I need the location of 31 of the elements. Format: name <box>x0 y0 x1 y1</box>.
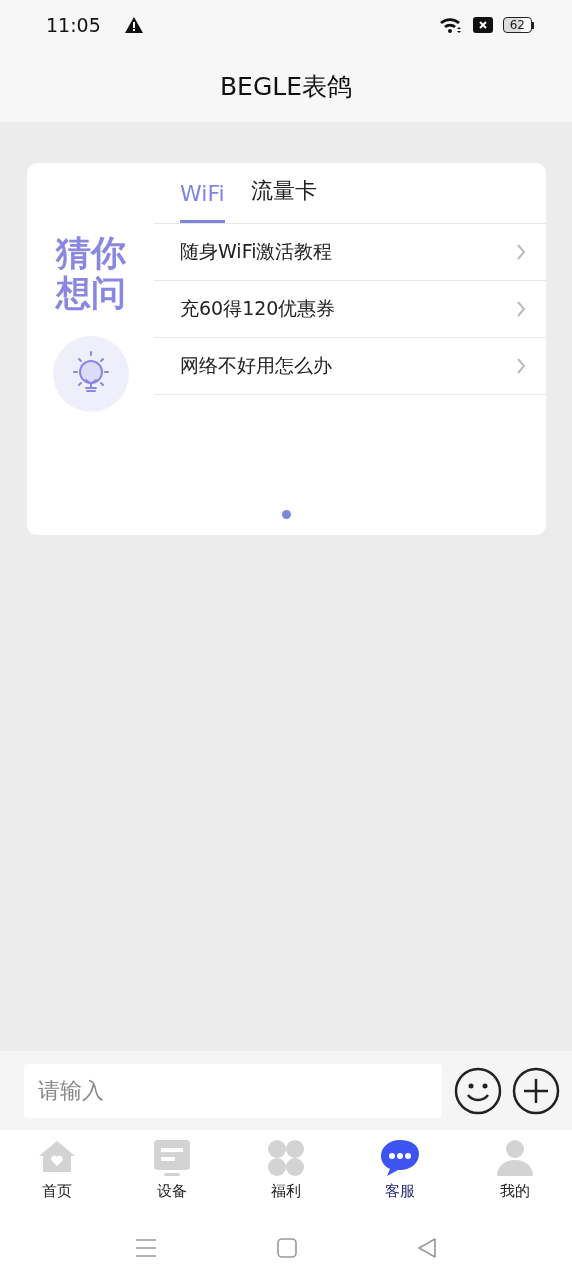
page-title: BEGLE表鸽 <box>219 70 352 103</box>
emoji-button[interactable] <box>454 1066 502 1115</box>
question-item[interactable]: 充60得120优惠券 <box>154 281 546 338</box>
clock-time: 11:05 <box>46 14 101 36</box>
nav-tab[interactable]: 福利 <box>228 1130 344 1215</box>
nav-tab[interactable]: 设备 <box>114 1130 229 1215</box>
back-icon[interactable] <box>417 1237 437 1258</box>
warning-icon <box>124 17 143 33</box>
category-tab[interactable]: 流量卡 <box>250 176 317 223</box>
chevron-right-icon <box>516 243 526 261</box>
chevron-right-icon <box>516 357 526 375</box>
lightbulb-icon <box>52 335 129 412</box>
sim-off-icon <box>472 17 493 33</box>
home-icon[interactable] <box>277 1237 297 1258</box>
chevron-right-icon <box>516 300 526 318</box>
person-icon <box>494 1138 535 1178</box>
nav-tab[interactable]: 首页 <box>0 1130 115 1215</box>
clover-icon <box>266 1138 306 1178</box>
question-item[interactable]: 网络不好用怎么办 <box>154 338 546 395</box>
chat-bubble-icon <box>380 1138 421 1178</box>
suggest-heading: 猜你想问 <box>54 233 127 314</box>
monitor-icon <box>151 1138 192 1178</box>
nav-tab[interactable]: 客服 <box>343 1130 458 1215</box>
add-button[interactable] <box>512 1066 560 1115</box>
wifi-icon <box>438 16 463 34</box>
nav-tab[interactable]: 我的 <box>457 1130 572 1215</box>
menu-icon[interactable] <box>135 1237 157 1258</box>
pager-dot <box>282 510 291 519</box>
question-item[interactable]: 随身WiFi激活教程 <box>154 224 546 281</box>
battery-icon: 62 <box>502 17 534 33</box>
message-input[interactable]: 请输入 <box>24 1063 442 1118</box>
